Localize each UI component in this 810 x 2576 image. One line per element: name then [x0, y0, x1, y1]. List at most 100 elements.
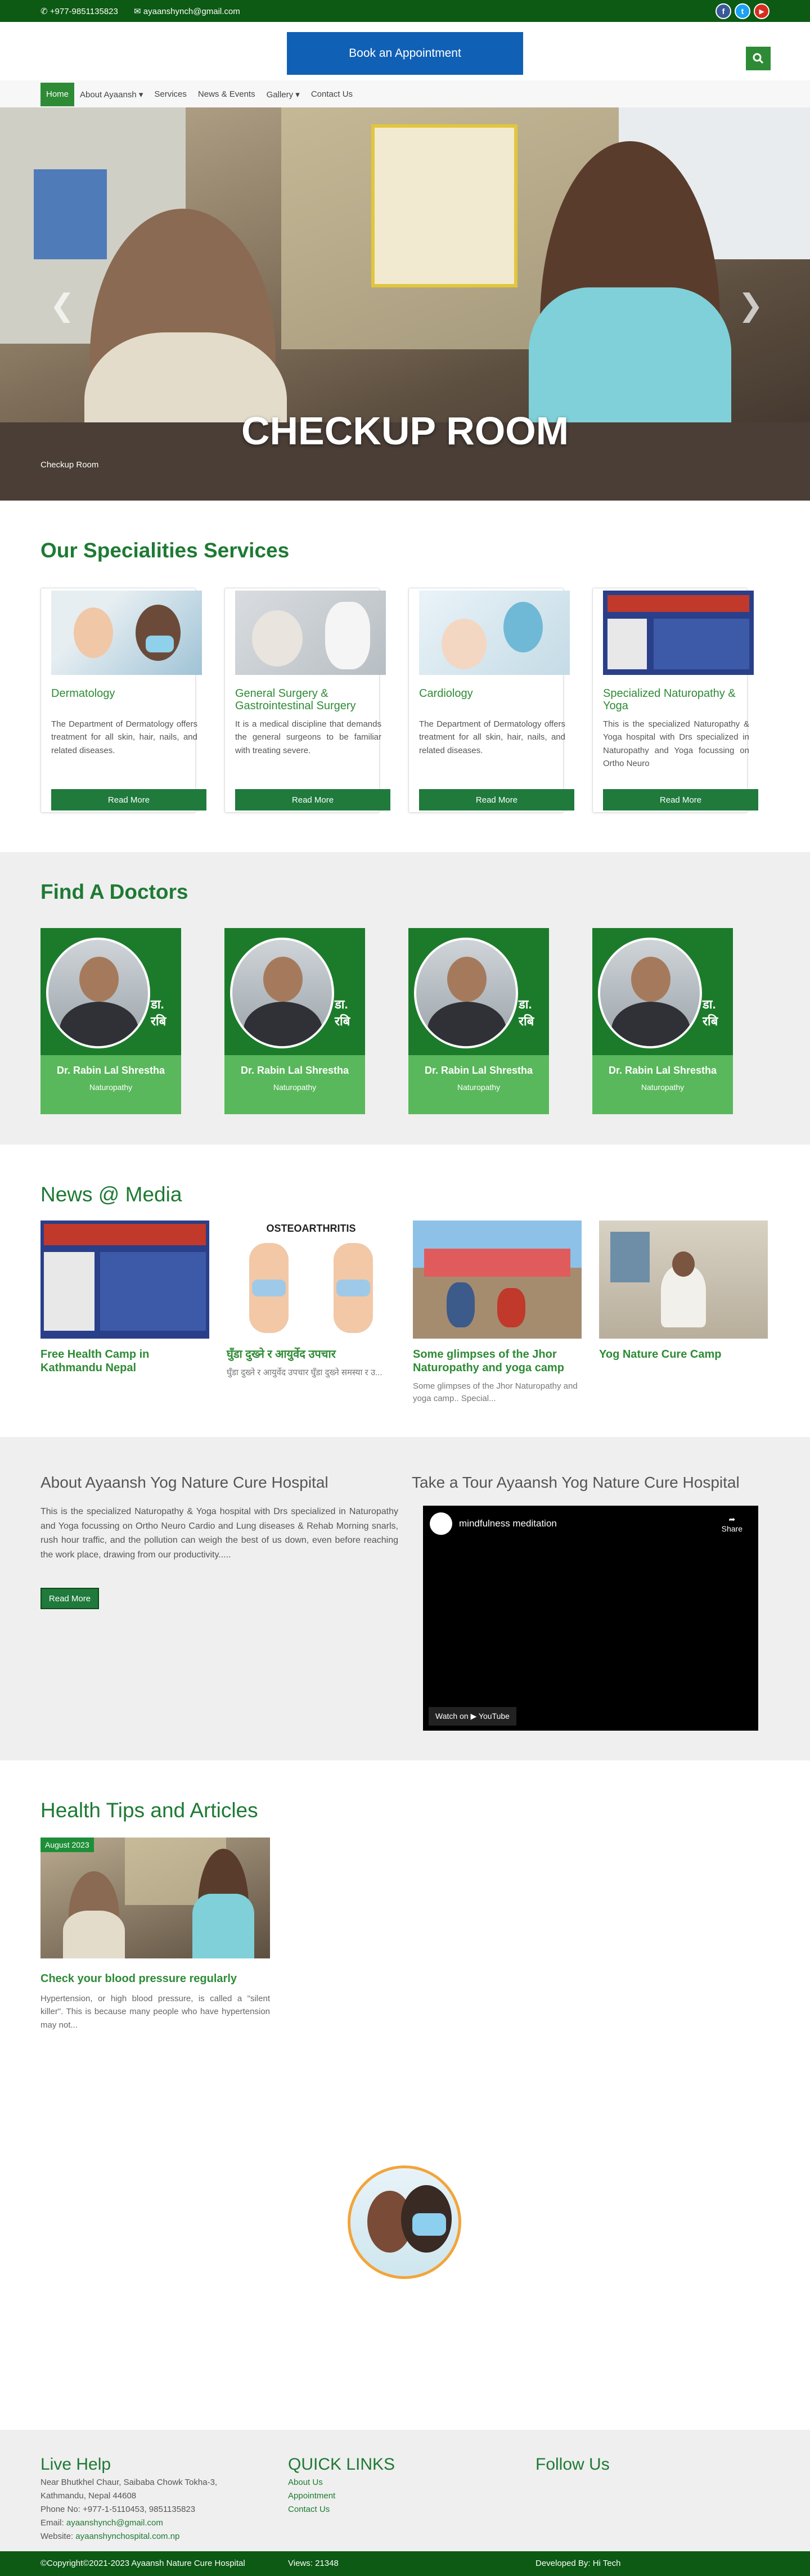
news-card[interactable]: OSTEOARTHRITIS घुँडा दुख्ने र आयुर्वेद उ… [227, 1221, 395, 1379]
speciality-card: Specialized Naturopathy & Yoga This is t… [592, 588, 758, 813]
doctor-specialty: Naturopathy [89, 1083, 133, 1092]
doctor-photo-overlay: डा. रबि [335, 997, 350, 1028]
speciality-image [235, 591, 386, 675]
carousel-prev-icon[interactable]: ❮ [50, 287, 75, 323]
section-title: Health Tips and Articles [40, 1799, 258, 1822]
speciality-card: Dermatology The Department of Dermatolog… [40, 588, 206, 813]
read-more-button[interactable]: Read More [603, 789, 758, 810]
doctor-card[interactable]: डा. रबि Dr. Rabin Lal Shrestha Naturopat… [224, 928, 365, 1114]
share-label: Share [721, 1524, 742, 1533]
footer-email-link[interactable]: ayaanshynch@gmail.com [66, 2518, 163, 2528]
watch-on-youtube-button[interactable]: Watch on ▶ YouTube [429, 1707, 516, 1726]
book-appointment-button[interactable]: Book an Appointment [287, 32, 523, 75]
news-card[interactable]: Yog Nature Cure Camp [599, 1221, 768, 1367]
doctor-photo: डा. रबि [224, 928, 365, 1055]
search-icon [753, 53, 764, 64]
article-title[interactable]: Check your blood pressure regularly [40, 1972, 270, 1985]
tour-title: Take a Tour Ayaansh Yog Nature Cure Hosp… [412, 1474, 740, 1491]
speciality-title[interactable]: Cardiology [419, 687, 565, 700]
copyright-text: ©Copyright©2021-2023 Ayaansh Nature Cure… [40, 2559, 245, 2568]
contact-details: Near Bhutkhel Chaur, Saibaba Chowk Tokha… [40, 2476, 217, 2543]
news-title[interactable]: घुँडा दुख्ने र आयुर्वेद उपचार [227, 1348, 395, 1361]
promo-image[interactable] [348, 2165, 461, 2279]
follow-us-heading: Follow Us [536, 2455, 610, 2474]
about-title: About Ayaansh Yog Nature Cure Hospital [40, 1474, 328, 1491]
doctor-card[interactable]: डा. रबि Dr. Rabin Lal Shrestha Naturopat… [592, 928, 733, 1114]
search-button[interactable] [746, 47, 771, 70]
hero-poster [34, 169, 107, 259]
section-title: News @ Media [40, 1183, 182, 1206]
twitter-icon[interactable]: t [735, 3, 750, 19]
top-bar: ✆ +977-9851135823 ✉ ayaanshynch@gmail.co… [0, 0, 810, 22]
video-title[interactable]: mindfulness meditation [459, 1518, 557, 1529]
doctors-section: Find A Doctors डा. रबि Dr. Rabin Lal Shr… [0, 852, 810, 1145]
speciality-card: General Surgery & Gastrointestinal Surge… [224, 588, 390, 813]
article-card[interactable]: August 2023 Check your blood pressure re… [40, 1838, 270, 2032]
social-links: f t ▶ [716, 3, 770, 19]
doctor-specialty: Naturopathy [641, 1083, 685, 1092]
doctor-card[interactable]: डा. रबि Dr. Rabin Lal Shrestha Naturopat… [40, 928, 181, 1114]
read-more-button[interactable]: Read More [419, 789, 574, 810]
specialities-section: Our Specialities Services Dermatology Th… [0, 501, 810, 852]
email-info[interactable]: ✉ ayaanshynch@gmail.com [134, 7, 247, 16]
speciality-card: Cardiology The Department of Dermatology… [408, 588, 574, 813]
footer-link-appointment[interactable]: Appointment [288, 2491, 335, 2501]
phone-info[interactable]: ✆ +977-9851135823 [40, 7, 125, 16]
read-more-button[interactable]: Read More [51, 789, 206, 810]
section-title: Our Specialities Services [40, 539, 290, 562]
nav-services[interactable]: Services [148, 83, 192, 106]
footer-website-link[interactable]: ayaanshynchospital.com.np [75, 2532, 179, 2541]
facebook-icon[interactable]: f [716, 3, 731, 19]
health-tips-section: Health Tips and Articles August 2023 Che… [0, 1760, 810, 2430]
nav-home[interactable]: Home [40, 83, 75, 106]
about-text: This is the specialized Naturopathy & Yo… [40, 1507, 398, 1560]
channel-avatar[interactable] [430, 1512, 452, 1535]
read-more-button[interactable]: Read More [235, 789, 390, 810]
speciality-text: The Department of Dermatology offers tre… [51, 719, 197, 755]
hero-carousel: ❮ ❯ CHECKUP ROOM Checkup Room [0, 107, 810, 501]
footer-link-about[interactable]: About Us [288, 2478, 323, 2487]
phone-line: Phone No: +977-1-5110453, 9851135823 [40, 2505, 196, 2514]
address-line: Near Bhutkhel Chaur, Saibaba Chowk Tokha… [40, 2478, 218, 2487]
speciality-title[interactable]: Dermatology [51, 687, 197, 700]
main-nav: Home About Ayaansh ▾ Services News & Eve… [0, 80, 810, 107]
speciality-title[interactable]: General Surgery & Gastrointestinal Surge… [235, 687, 381, 712]
share-button[interactable]: ➦ Share [722, 1515, 742, 1533]
doctor-photo: डा. रबि [408, 928, 549, 1055]
hero-title: CHECKUP ROOM [241, 409, 569, 453]
speciality-text: It is a medical discipline that demands … [235, 719, 381, 755]
about-read-more-button[interactable]: Read More [40, 1588, 99, 1609]
nav-contact[interactable]: Contact Us [305, 83, 358, 106]
news-image [599, 1221, 768, 1339]
news-image-title: OSTEOARTHRITIS [266, 1223, 356, 1234]
share-icon: ➦ [728, 1515, 736, 1524]
carousel-next-icon[interactable]: ❯ [738, 287, 763, 323]
nav-about[interactable]: About Ayaansh ▾ [74, 83, 148, 106]
footer-link-contact[interactable]: Contact Us [288, 2505, 330, 2514]
doctor-photo: डा. रबि [592, 928, 733, 1055]
news-card[interactable]: Some glimpses of the Jhor Naturopathy an… [413, 1221, 582, 1405]
views-counter: Views: 21348 [288, 2559, 339, 2568]
news-title[interactable]: Yog Nature Cure Camp [599, 1348, 768, 1361]
news-image [40, 1221, 209, 1339]
doctor-card[interactable]: डा. रबि Dr. Rabin Lal Shrestha Naturopat… [408, 928, 549, 1114]
speciality-title[interactable]: Specialized Naturopathy & Yoga [603, 687, 749, 712]
article-date: August 2023 [40, 1838, 94, 1852]
speciality-text: This is the specialized Naturopathy & Yo… [603, 719, 749, 768]
video-player[interactable]: mindfulness meditation ➦ Share Watch on ▶… [423, 1506, 758, 1731]
address-line: Kathmandu, Nepal 44608 [40, 2491, 137, 2501]
header: Book an Appointment [0, 22, 810, 80]
nav-news-events[interactable]: News & Events [192, 83, 261, 106]
news-title[interactable]: Some glimpses of the Jhor Naturopathy an… [413, 1348, 582, 1375]
doctor-name: Dr. Rabin Lal Shrestha [56, 1065, 165, 1076]
news-card[interactable]: Free Health Camp in Kathmandu Nepal [40, 1221, 209, 1380]
youtube-icon[interactable]: ▶ [754, 3, 770, 19]
email-label: Email: [40, 2518, 64, 2528]
speciality-text: The Department of Dermatology offers tre… [419, 719, 565, 755]
doctor-specialty: Naturopathy [457, 1083, 501, 1092]
phone-text: +977-9851135823 [50, 7, 118, 16]
developer-credit[interactable]: Developed By: Hi Tech [536, 2559, 620, 2568]
doctor-name: Dr. Rabin Lal Shrestha [240, 1065, 349, 1076]
news-title[interactable]: Free Health Camp in Kathmandu Nepal [40, 1348, 209, 1375]
nav-gallery[interactable]: Gallery ▾ [261, 83, 305, 106]
